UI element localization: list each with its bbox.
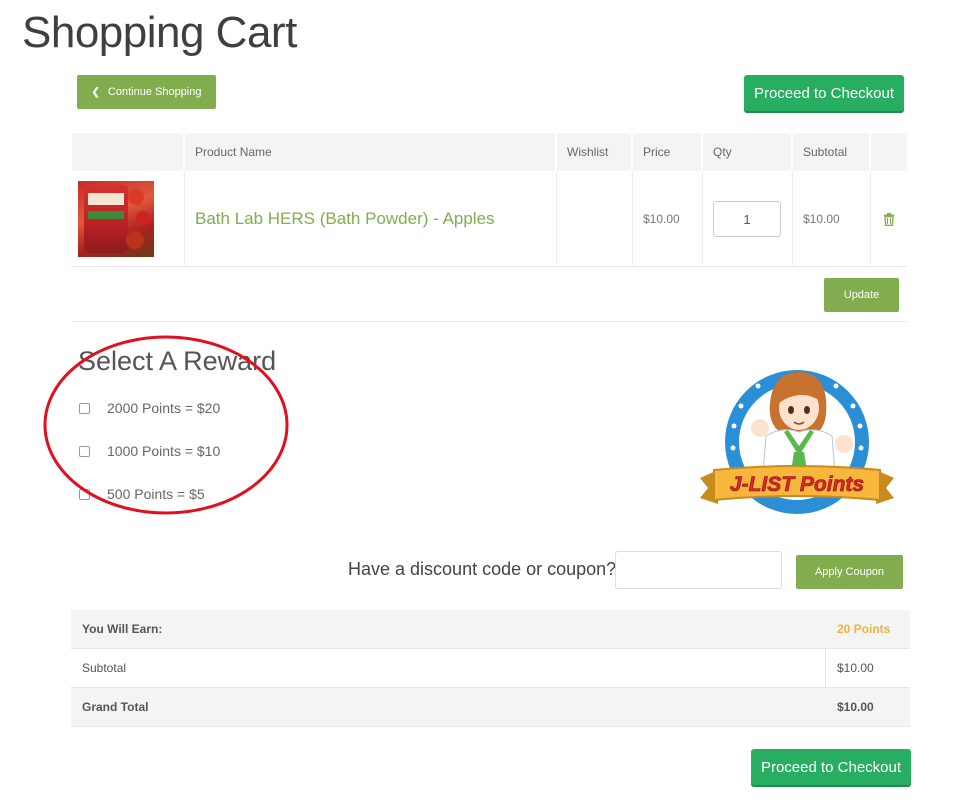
earn-label: You Will Earn:	[82, 622, 163, 636]
coupon-input[interactable]	[615, 551, 782, 589]
page-title: Shopping Cart	[22, 8, 297, 57]
update-cart-button[interactable]: Update	[824, 278, 899, 312]
header-qty: Qty	[703, 133, 793, 171]
grand-total-label: Grand Total	[82, 700, 149, 714]
continue-shopping-label: Continue Shopping	[107, 86, 202, 98]
trash-icon[interactable]	[883, 212, 895, 226]
reward-checkbox[interactable]	[79, 402, 90, 414]
wishlist-cell	[557, 171, 633, 267]
reward-option-2000[interactable]: 2000 Points = $20	[79, 400, 220, 416]
header-price: Price	[633, 133, 703, 171]
proceed-checkout-button-bottom[interactable]: Proceed to Checkout	[751, 749, 911, 785]
product-name-link[interactable]: Bath Lab HERS (Bath Powder) - Apples	[195, 209, 495, 229]
totals-table: You Will Earn: 20 Points Subtotal $10.00…	[71, 610, 910, 727]
grand-total-value: $10.00	[837, 700, 874, 714]
reward-checkbox[interactable]	[79, 488, 90, 500]
reward-option-500[interactable]: 500 Points = $5	[79, 486, 205, 502]
quantity-input[interactable]: 1	[713, 201, 781, 237]
cart-item-row: Bath Lab HERS (Bath Powder) - Apples $10…	[72, 171, 907, 267]
reward-option-1000[interactable]: 1000 Points = $10	[79, 443, 220, 459]
header-image-col	[72, 133, 185, 171]
grand-total-row: Grand Total $10.00	[71, 688, 910, 727]
item-subtotal: $10.00	[803, 212, 840, 226]
reward-checkbox[interactable]	[79, 445, 90, 457]
price-cell: $10.00	[633, 171, 703, 267]
header-remove-col	[871, 133, 907, 171]
coupon-prompt: Have a discount code or coupon?	[348, 559, 617, 579]
update-row	[72, 267, 907, 322]
cart-table-header: Product Name Wishlist Price Qty Subtotal	[72, 133, 907, 171]
product-name-cell: Bath Lab HERS (Bath Powder) - Apples	[185, 171, 557, 267]
proceed-checkout-button-top[interactable]: Proceed to Checkout	[744, 75, 904, 111]
reward-option-label: 500 Points = $5	[107, 486, 205, 502]
subtotal-row: Subtotal $10.00	[71, 649, 910, 688]
header-subtotal: Subtotal	[793, 133, 871, 171]
logo-text: J-LIST Points	[730, 473, 864, 496]
chevron-left-icon: ❮	[91, 86, 100, 98]
header-product-name: Product Name	[185, 133, 557, 171]
reward-option-label: 1000 Points = $10	[107, 443, 221, 459]
continue-shopping-button[interactable]: ❮ Continue Shopping	[77, 75, 216, 109]
subtotal-label: Subtotal	[71, 649, 826, 687]
jlist-points-logo: J-LIST Points	[700, 370, 894, 514]
earn-row: You Will Earn: 20 Points	[71, 610, 910, 649]
header-wishlist: Wishlist	[557, 133, 633, 171]
reward-section-title: Select A Reward	[78, 346, 277, 376]
apply-coupon-button[interactable]: Apply Coupon	[796, 555, 903, 589]
remove-cell	[871, 171, 907, 267]
subtotal-cell: $10.00	[793, 171, 871, 267]
subtotal-value: $10.00	[837, 661, 874, 675]
product-image-cell	[72, 171, 185, 267]
qty-cell: 1	[703, 171, 793, 267]
product-image[interactable]	[78, 181, 154, 257]
earn-value: 20 Points	[837, 622, 891, 636]
item-price: $10.00	[643, 212, 680, 226]
reward-option-label: 2000 Points = $20	[107, 400, 221, 416]
